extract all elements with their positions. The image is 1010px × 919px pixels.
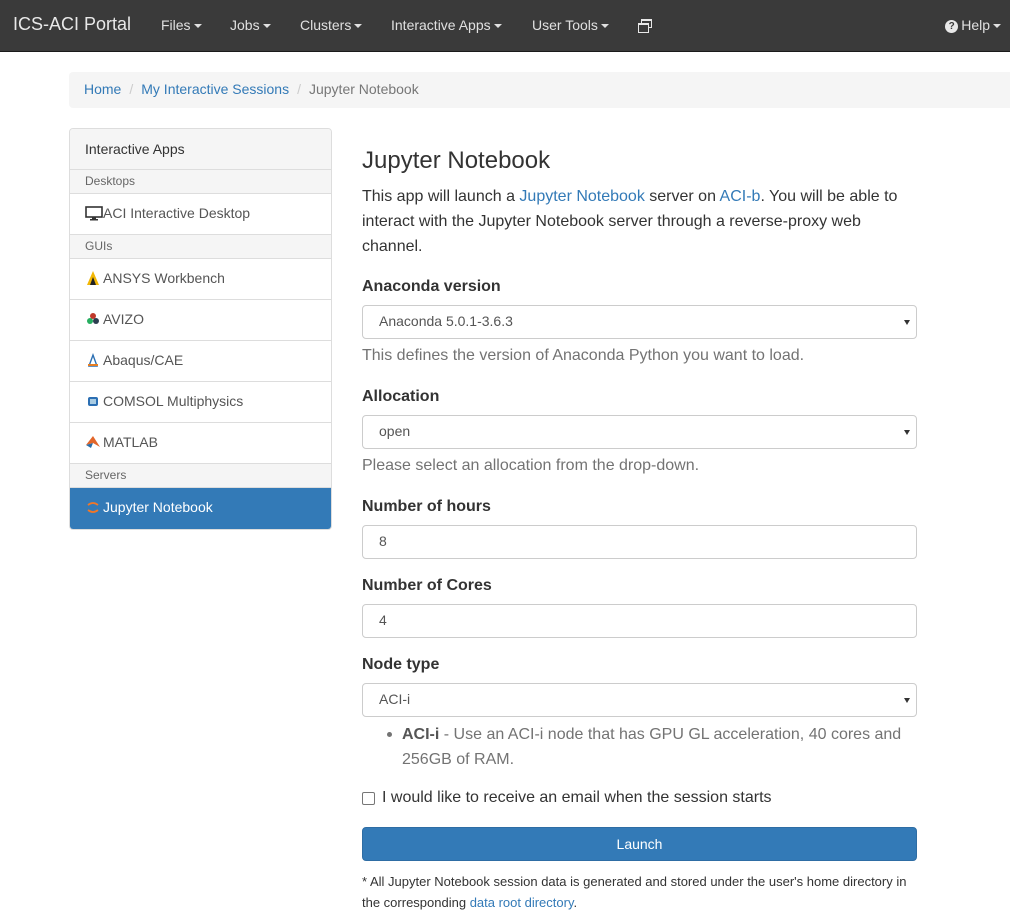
nav-user-tools-label: User Tools [532, 17, 598, 33]
breadcrumb-sessions-link[interactable]: My Interactive Sessions [141, 81, 289, 97]
breadcrumb-separator: / [297, 81, 301, 97]
intro-text: This app will launch a [362, 188, 520, 205]
caret-down-icon [193, 24, 202, 29]
nav-clusters-menu[interactable]: Clusters [300, 17, 363, 33]
launch-button[interactable]: Launch [362, 827, 917, 861]
footnote: * All Jupyter Notebook session data is g… [362, 871, 917, 913]
cores-label: Number of Cores [362, 577, 492, 594]
anaconda-version-help: This defines the version of Anaconda Pyt… [362, 347, 805, 364]
sidebar-item-label: COMSOL Multiphysics [103, 393, 244, 409]
brand-link[interactable]: ICS-ACI Portal [13, 14, 131, 35]
sidebar-item-label: Jupyter Notebook [103, 499, 213, 515]
page-title: Jupyter Notebook [362, 147, 551, 174]
caret-down-icon [993, 24, 1001, 29]
sidebar-item-jupyter[interactable]: Jupyter Notebook [70, 488, 331, 529]
sidebar-item-aci-desktop[interactable]: ACI Interactive Desktop [70, 194, 331, 235]
breadcrumb-home-link[interactable]: Home [84, 81, 121, 97]
caret-down-icon [354, 24, 363, 29]
intro-text: server on [644, 188, 720, 205]
hours-input[interactable]: 8 [362, 525, 917, 559]
nav-clusters-label: Clusters [300, 17, 352, 33]
sidebar-item-avizo[interactable]: AVIZO [70, 300, 331, 341]
anaconda-version-select[interactable]: Anaconda 5.0.1-3.6.3 [362, 305, 917, 339]
sidebar-heading: Interactive Apps [70, 129, 331, 170]
nav-interactive-apps-label: Interactive Apps [391, 17, 491, 33]
dropdown-arrow-icon [904, 698, 910, 703]
matlab-icon [85, 434, 103, 450]
nav-files-menu[interactable]: Files [161, 17, 202, 33]
email-checkbox[interactable] [362, 791, 375, 805]
email-checkbox-row[interactable]: I would like to receive an email when th… [362, 789, 772, 807]
sidebar-item-label: MATLAB [103, 434, 158, 450]
top-navbar: ICS-ACI Portal Files Jobs Clusters Inter… [0, 0, 1010, 52]
jupyter-icon [85, 499, 103, 515]
node-type-details: - Use an ACI-i node that has GPU GL acce… [402, 726, 902, 768]
select-value: open [379, 423, 411, 439]
allocation-label: Allocation [362, 388, 440, 405]
nav-files-label: Files [161, 17, 191, 33]
comsol-icon [85, 393, 103, 409]
caret-down-icon [262, 24, 271, 29]
sidebar-item-matlab[interactable]: MATLAB [70, 423, 331, 464]
nav-user-tools-menu[interactable]: User Tools [532, 17, 609, 33]
sidebar-category-servers: Servers [70, 464, 331, 488]
cores-input[interactable]: 4 [362, 604, 917, 638]
node-type-select[interactable]: ACI-i [362, 683, 917, 717]
email-checkbox-label[interactable]: I would like to receive an email when th… [382, 789, 772, 807]
sidebar-category-desktops: Desktops [70, 170, 331, 194]
node-type-help: ACI-i - Use an ACI-i node that has GPU G… [382, 722, 917, 772]
breadcrumb: Home / My Interactive Sessions / Jupyter Not… [69, 72, 1010, 108]
nav-jobs-label: Jobs [230, 17, 260, 33]
monitor-icon [85, 205, 103, 221]
aci-b-link[interactable]: ACI-b [720, 188, 761, 205]
app-description: This app will launch a Jupyter Notebook … [362, 184, 917, 259]
anaconda-version-label: Anaconda version [362, 278, 501, 295]
windows-copy-icon[interactable] [637, 18, 653, 34]
sidebar-item-label: ACI Interactive Desktop [103, 205, 251, 221]
breadcrumb-current: Jupyter Notebook [308, 81, 419, 97]
breadcrumb-separator: / [129, 81, 134, 97]
sidebar-category-guis: GUIs [70, 235, 331, 259]
caret-down-icon [600, 24, 609, 29]
node-type-label: Node type [362, 656, 440, 673]
help-label: Help [961, 17, 990, 33]
jupyter-link[interactable]: Jupyter Notebook [519, 188, 644, 205]
node-type-name: ACI-i [402, 726, 440, 743]
avizo-icon [85, 311, 103, 327]
sidebar-item-label: AVIZO [103, 311, 144, 327]
sidebar-item-abaqus[interactable]: Abaqus/CAE [70, 341, 331, 382]
sidebar-item-ansys[interactable]: ANSYS Workbench [70, 259, 331, 300]
sidebar-item-label: Abaqus/CAE [103, 352, 184, 368]
select-value: ACI-i [379, 691, 411, 707]
allocation-select[interactable]: open [362, 415, 917, 449]
select-value: Anaconda 5.0.1-3.6.3 [379, 313, 513, 329]
bullet-icon [387, 732, 392, 737]
footnote-text: * All Jupyter Notebook session data is g… [362, 874, 907, 910]
sidebar-item-comsol[interactable]: COMSOL Multiphysics [70, 382, 331, 423]
apps-sidebar: Interactive Apps Desktops ACI Interactiv… [69, 128, 332, 530]
node-type-description: ACI-i - Use an ACI-i node that has GPU G… [382, 722, 917, 772]
question-circle-icon: ? [945, 20, 959, 33]
dropdown-arrow-icon [904, 320, 910, 325]
allocation-help: Please select an allocation from the dro… [362, 457, 700, 474]
hours-label: Number of hours [362, 498, 491, 515]
caret-down-icon [493, 24, 502, 29]
ansys-icon [85, 270, 103, 286]
footnote-text: . [573, 895, 578, 910]
data-root-link[interactable]: data root directory [470, 895, 574, 910]
dropdown-arrow-icon [904, 430, 910, 435]
help-menu[interactable]: ? Help [945, 17, 1001, 33]
abaqus-icon [85, 352, 103, 368]
nav-interactive-apps-menu[interactable]: Interactive Apps [391, 17, 502, 33]
nav-jobs-menu[interactable]: Jobs [230, 17, 271, 33]
sidebar-item-label: ANSYS Workbench [103, 270, 225, 286]
